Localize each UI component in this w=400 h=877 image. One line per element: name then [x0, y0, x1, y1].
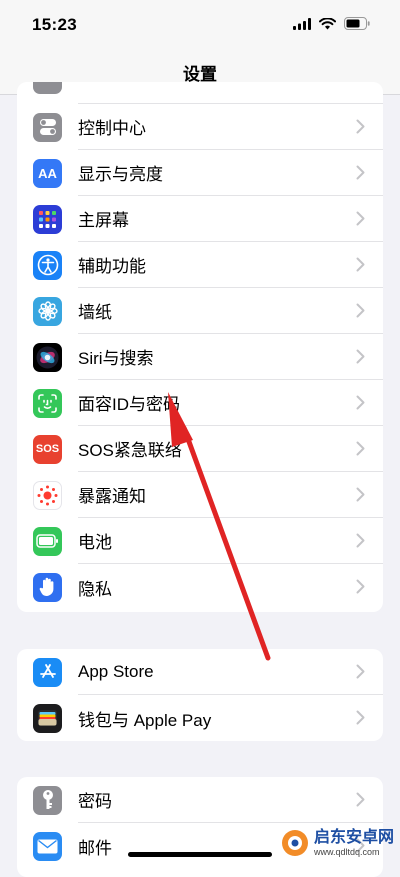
- settings-row-accessibility[interactable]: 辅助功能: [17, 242, 383, 288]
- settings-row-emergency-sos[interactable]: SOS SOS紧急联络: [17, 426, 383, 472]
- settings-row-label: SOS紧急联络: [78, 441, 182, 460]
- settings-row-label: 隐私: [78, 579, 112, 599]
- settings-row-label: 钱包与 Apple Pay: [78, 710, 212, 730]
- watermark-title: 启东安卓网: [313, 828, 394, 846]
- settings-row-privacy[interactable]: 隐私: [17, 564, 383, 610]
- settings-row-label: 邮件: [78, 838, 112, 858]
- settings-row-exposure-notifications[interactable]: 暴露通知: [17, 472, 383, 518]
- settings-row-wallpaper[interactable]: 墙纸: [17, 288, 383, 334]
- chevron-right-icon: [356, 579, 365, 594]
- settings-group-store: App Store 钱包与 Apple Pay: [17, 649, 383, 741]
- wifi-icon: [319, 17, 336, 29]
- chevron-right-icon: [356, 349, 365, 364]
- chevron-right-icon: [356, 487, 365, 502]
- app-store-icon: [33, 657, 62, 687]
- home-screen-icon: [33, 204, 62, 234]
- status-time: 15:23: [32, 15, 77, 34]
- settings-group-general: 控制中心 AA 显示与亮度 主屏幕 辅助功能 墙纸 Siri与搜索 面容ID与密…: [17, 82, 383, 612]
- settings-row-siri-search[interactable]: Siri与搜索: [17, 334, 383, 380]
- battery-setting-icon: [33, 526, 62, 556]
- settings-row-label: 暴露通知: [78, 487, 146, 506]
- settings-row-label: 辅助功能: [78, 257, 146, 276]
- chevron-right-icon: [356, 664, 365, 679]
- status-icons: [293, 17, 370, 30]
- accessibility-icon: [33, 250, 62, 280]
- settings-row-label: 墙纸: [78, 303, 112, 322]
- wallet-icon: [33, 703, 62, 733]
- settings-row-wallet-apple-pay[interactable]: 钱包与 Apple Pay: [17, 695, 383, 741]
- display-brightness-icon: AA: [33, 158, 62, 188]
- mail-icon: [33, 831, 62, 861]
- watermark-url: www.qdltdq.com: [313, 846, 380, 857]
- settings-row-passwords[interactable]: 密码: [17, 777, 383, 823]
- settings-row-label: 面容ID与密码: [78, 395, 180, 414]
- watermark-logo-icon: [281, 830, 308, 856]
- settings-row-label: 电池: [78, 533, 112, 552]
- chevron-right-icon: [356, 395, 365, 410]
- settings-row-battery[interactable]: 电池: [17, 518, 383, 564]
- privacy-hand-icon: [33, 572, 62, 602]
- face-id-icon: [33, 388, 62, 418]
- settings-row-label: App Store: [78, 661, 154, 681]
- control-center-icon: [33, 112, 62, 142]
- exposure-notification-icon: [33, 480, 62, 510]
- settings-row-control-center[interactable]: 控制中心: [17, 104, 383, 150]
- settings-row-app-store[interactable]: App Store: [17, 649, 383, 695]
- chevron-right-icon: [356, 119, 365, 134]
- settings-row-label: 控制中心: [78, 119, 146, 138]
- settings-row-label: 显示与亮度: [78, 165, 163, 184]
- settings-row-label: Siri与搜索: [78, 349, 154, 368]
- key-icon: [33, 785, 62, 815]
- chevron-right-icon: [356, 303, 365, 318]
- chevron-right-icon: [356, 165, 365, 180]
- chevron-right-icon: [356, 792, 365, 807]
- chevron-right-icon: [356, 257, 365, 272]
- wallpaper-flower-icon: [33, 296, 62, 326]
- settings-row-label: 密码: [78, 792, 112, 811]
- sos-icon: SOS: [33, 434, 62, 464]
- status-bar: 15:23: [0, 0, 400, 48]
- settings-row-label: 主屏幕: [78, 211, 129, 230]
- settings-row-display-brightness[interactable]: AA 显示与亮度: [17, 150, 383, 196]
- chevron-right-icon: [356, 710, 365, 725]
- siri-icon: [33, 342, 62, 372]
- settings-row-home-screen[interactable]: 主屏幕: [17, 196, 383, 242]
- watermark: 启东安卓网 www.qdltdq.com: [280, 828, 394, 858]
- home-indicator: [128, 852, 272, 857]
- chevron-right-icon: [356, 533, 365, 548]
- settings-row-face-id-passcode[interactable]: 面容ID与密码: [17, 380, 383, 426]
- cellular-signal-icon: [293, 17, 311, 30]
- partial-row: [17, 82, 383, 104]
- battery-icon: [344, 17, 370, 30]
- settings-group-accounts: 密码 邮件: [17, 777, 383, 877]
- chevron-right-icon: [356, 211, 365, 226]
- chevron-right-icon: [356, 441, 365, 456]
